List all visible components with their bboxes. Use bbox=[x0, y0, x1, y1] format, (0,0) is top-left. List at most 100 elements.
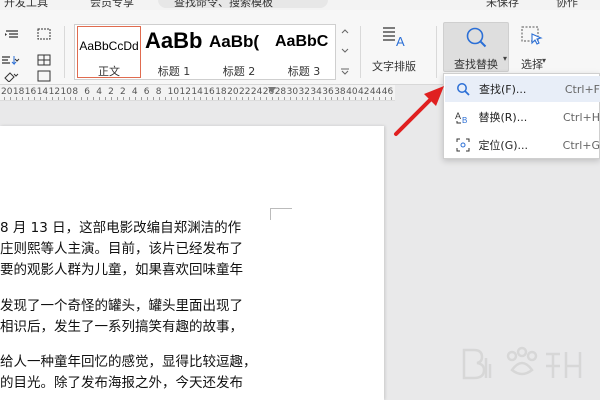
ruler-tick bbox=[75, 97, 77, 100]
ruler-tick bbox=[319, 97, 321, 100]
border-icon[interactable] bbox=[34, 68, 54, 84]
style-heading-3-sample: AaBbC bbox=[275, 33, 329, 50]
ruler-tick bbox=[271, 97, 273, 100]
tab-member[interactable]: 会员专享 bbox=[90, 0, 134, 10]
ruler-tick bbox=[325, 97, 327, 100]
style-heading-3-label: 标题 3 bbox=[287, 65, 321, 78]
style-gallery-scroll bbox=[338, 24, 352, 80]
grid-icon[interactable] bbox=[34, 52, 54, 68]
text-line: 要的观影人群为儿童，如果喜欢回味童年 bbox=[0, 262, 243, 278]
ruler-number: 44 bbox=[369, 87, 382, 97]
style-heading-3[interactable]: AaBbC 标题 3 bbox=[273, 25, 335, 79]
ruler-tick bbox=[200, 97, 202, 100]
ruler-tick bbox=[129, 97, 130, 100]
style-heading-1[interactable]: AaBb 标题 1 bbox=[143, 25, 205, 79]
menu-item-replace-label: 替换(R)... bbox=[478, 111, 528, 124]
svg-text:A: A bbox=[455, 111, 461, 121]
menu-item-replace-shortcut: Ctrl+H bbox=[562, 110, 600, 124]
select-cursor-icon bbox=[521, 26, 543, 45]
ruler-tick bbox=[218, 97, 220, 100]
menu-item-goto[interactable]: 定位(G)... Ctrl+G bbox=[445, 132, 600, 158]
chevron-down-icon[interactable] bbox=[341, 48, 349, 54]
style-normal[interactable]: AaBbCcDd 正文 bbox=[77, 26, 141, 78]
style-normal-sample: AaBbCcDd bbox=[79, 39, 139, 53]
text-line: 发现了一个奇怪的罐头，罐头里面出现了 bbox=[0, 298, 243, 314]
ribbon-separator bbox=[360, 26, 361, 78]
style-normal-label: 正文 bbox=[98, 65, 120, 78]
ruler-number: 38 bbox=[334, 87, 346, 97]
select-dropdown-icon[interactable]: ▾ bbox=[542, 56, 546, 65]
ruler-number: 40 bbox=[346, 87, 358, 97]
ruler-tick bbox=[87, 97, 89, 100]
ruler-number: 8 bbox=[72, 87, 79, 97]
ruler-tick bbox=[343, 97, 345, 100]
sort-icon[interactable] bbox=[0, 52, 20, 68]
ruler-tick bbox=[372, 97, 374, 100]
ribbon-separator bbox=[64, 26, 65, 78]
tab-dev-tools[interactable]: 开发工具 bbox=[4, 0, 48, 10]
ruler-tick bbox=[206, 97, 208, 100]
indent-marker[interactable] bbox=[268, 87, 276, 93]
text-line: 的目光。除了发布海报之外，今天还发布 bbox=[0, 375, 243, 391]
ruler-number: 20 bbox=[227, 87, 239, 97]
ruler-tick bbox=[337, 97, 339, 100]
ruler-number: 20 bbox=[1, 87, 13, 97]
chevron-up-icon[interactable] bbox=[341, 28, 349, 34]
ruler-number: 4 bbox=[131, 87, 138, 97]
ruler-number: 12 bbox=[179, 87, 191, 97]
style-heading-2[interactable]: AaBb( 标题 2 bbox=[207, 25, 271, 79]
ruler-number: 42 bbox=[358, 87, 370, 97]
ruler-number: 8 bbox=[155, 87, 162, 97]
document-page[interactable]: 8 月 13 日，这部电影改编自郑渊洁的作 庄则熙等人主演。目前，该片已经发布了… bbox=[0, 126, 384, 400]
ruler-number: 30 bbox=[286, 87, 299, 97]
replace-icon: AB bbox=[452, 110, 474, 124]
command-search-hint: 查找命令、搜索模板 bbox=[174, 0, 273, 9]
ruler-tick bbox=[236, 97, 237, 100]
ruler-number: 2 bbox=[108, 87, 114, 97]
ruler-tick bbox=[182, 97, 184, 100]
ruler-tick bbox=[33, 97, 35, 100]
ruler-tick bbox=[212, 97, 214, 100]
ruler-number: 2 bbox=[120, 87, 126, 97]
style-heading-2-label: 标题 2 bbox=[222, 65, 256, 78]
expand-gallery-icon[interactable] bbox=[340, 68, 350, 76]
ruler-number: 18 bbox=[215, 87, 227, 97]
search-icon bbox=[452, 82, 474, 96]
ruler-tick bbox=[51, 97, 53, 100]
find-replace-button[interactable]: 查找替换 bbox=[443, 22, 509, 72]
ruler-tick bbox=[295, 97, 297, 100]
ruler-tick bbox=[224, 97, 226, 100]
ruler-tick bbox=[9, 97, 11, 100]
table-border-icon[interactable] bbox=[34, 26, 54, 42]
text-layout-button[interactable]: A 文字排版 bbox=[366, 24, 422, 80]
ruler-number: 16 bbox=[203, 87, 215, 97]
ruler-tick bbox=[289, 97, 291, 100]
ruler-tick bbox=[307, 97, 309, 100]
ruler-tick bbox=[366, 97, 368, 100]
ruler-tick bbox=[99, 97, 101, 100]
shading-icon[interactable] bbox=[2, 68, 22, 84]
ruler-number: 10 bbox=[167, 87, 180, 97]
ruler-tick bbox=[69, 97, 71, 100]
ruler-tick bbox=[140, 97, 142, 100]
ruler-tick bbox=[259, 97, 261, 100]
select-button[interactable]: 选择 bbox=[512, 24, 552, 80]
indent-icon[interactable] bbox=[2, 26, 22, 42]
ruler-tick bbox=[313, 97, 315, 100]
ruler-number: 14 bbox=[36, 87, 49, 97]
ruler-tick bbox=[63, 97, 65, 100]
menu-item-find[interactable]: 查找(F)... Ctrl+F bbox=[445, 76, 600, 102]
search-icon bbox=[466, 27, 487, 48]
menu-item-find-label: 查找(F)... bbox=[478, 83, 527, 96]
menu-item-replace[interactable]: AB 替换(R)... Ctrl+H bbox=[445, 104, 600, 130]
ruler-tick bbox=[45, 97, 47, 100]
ruler-tick bbox=[117, 97, 119, 100]
find-replace-dropdown-icon[interactable]: ▾ bbox=[503, 54, 507, 63]
horizontal-ruler: 20 18 16 14 12 10 8 6 4 2 2 4 6 8 10 12 14 16 18 20 22 24 26 28… bbox=[0, 85, 395, 101]
ruler-number: 18 bbox=[12, 87, 25, 97]
paragraph-3: 给人一种童年回忆的感觉，显得比较逗趣， 的目光。除了发布海报之外，今天还发布 …… bbox=[0, 352, 275, 400]
style-gallery: AaBbCcDd 正文 AaBb 标题 1 AaBb( 标题 2 AaBbC 标… bbox=[74, 24, 336, 80]
ruler-tick bbox=[134, 97, 136, 100]
find-replace-menu: 查找(F)... Ctrl+F AB 替换(R)... Ctrl+H 定位(G)… bbox=[443, 73, 600, 159]
collab-button[interactable]: 协作 bbox=[556, 0, 578, 10]
